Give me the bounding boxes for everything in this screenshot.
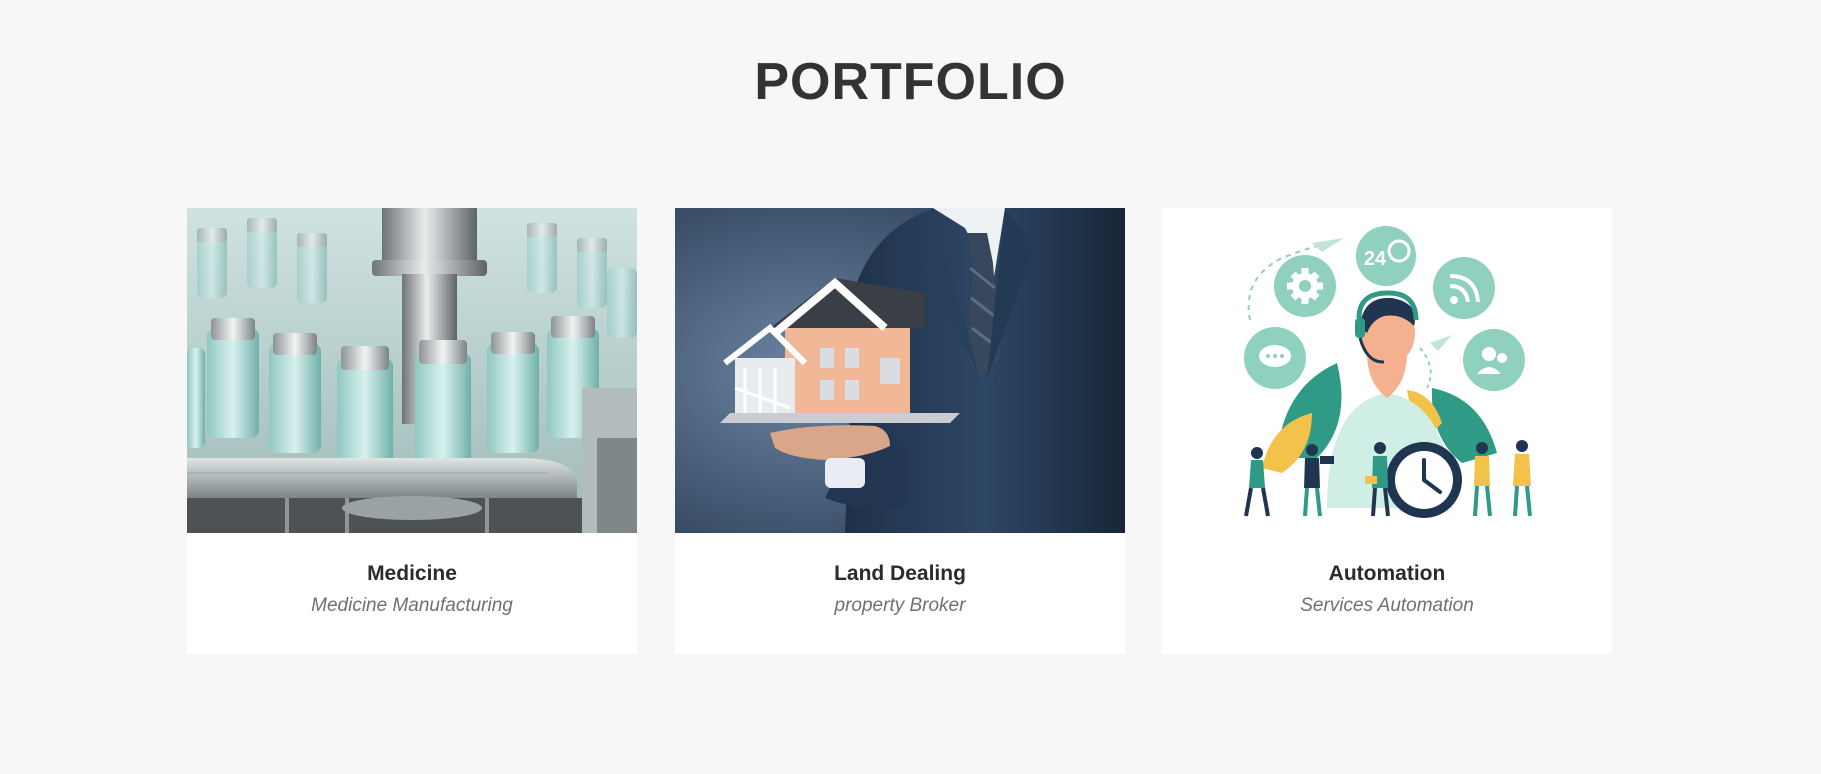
card-subtitle: Services Automation bbox=[1300, 595, 1474, 616]
automation-illustration: 24 bbox=[1162, 208, 1612, 533]
gear-icon bbox=[1274, 255, 1336, 317]
section-title: PORTFOLIO bbox=[754, 53, 1067, 111]
user-icon bbox=[1463, 329, 1525, 391]
portfolio-card-automation[interactable]: 24 Automation Services Automation bbox=[1162, 208, 1612, 654]
medicine-vials-image[interactable] bbox=[187, 208, 637, 533]
automation-image[interactable]: 24 bbox=[1162, 208, 1612, 533]
chat-icon bbox=[1244, 327, 1306, 389]
card-subtitle: property Broker bbox=[834, 595, 966, 616]
medicine-vials-illustration bbox=[187, 208, 637, 533]
card-title[interactable]: Medicine bbox=[187, 562, 637, 586]
businessman-house-illustration bbox=[675, 208, 1125, 533]
rss-icon bbox=[1433, 257, 1495, 319]
card-title[interactable]: Automation bbox=[1162, 562, 1612, 586]
clock-icon bbox=[1386, 442, 1462, 518]
card-subtitle: Medicine Manufacturing bbox=[311, 595, 513, 616]
clock-24-icon: 24 bbox=[1356, 226, 1416, 286]
portfolio-page: PORTFOLIO Medicine Medicine Manufacturin… bbox=[0, 0, 1821, 774]
card-title[interactable]: Land Dealing bbox=[675, 562, 1125, 586]
businessman-house-image[interactable] bbox=[675, 208, 1125, 533]
portfolio-card-land-dealing[interactable]: Land Dealing property Broker bbox=[675, 208, 1125, 654]
portfolio-card-medicine[interactable]: Medicine Medicine Manufacturing bbox=[187, 208, 637, 654]
portfolio-grid: Medicine Medicine Manufacturing Land Dea… bbox=[187, 208, 1612, 654]
badge-24-label: 24 bbox=[1364, 248, 1387, 270]
